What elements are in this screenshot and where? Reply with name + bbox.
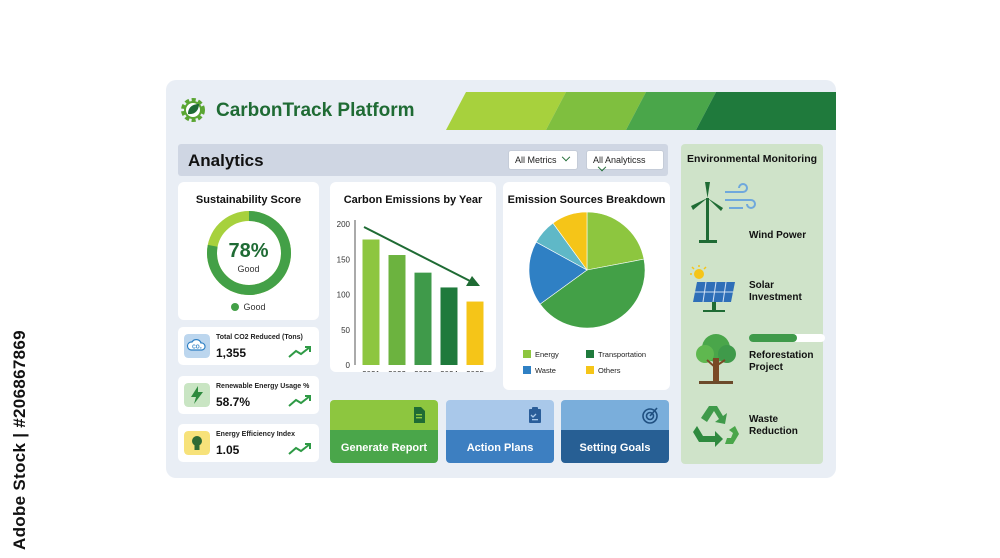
env-title: Environmental Monitoring (686, 153, 818, 165)
chevron-down-icon (561, 152, 570, 162)
legend-label: Waste (535, 366, 556, 375)
env-item-solar-investment[interactable]: Solar Investment (689, 264, 819, 314)
kpi-label: Energy Efficiency Index (216, 431, 295, 438)
legend-swatch (586, 350, 594, 358)
legend-label: Others (598, 366, 621, 375)
legend-swatch (523, 350, 531, 358)
bar-2023 (414, 272, 432, 365)
sustainability-score-card: Sustainability Score 78% Good Good (178, 182, 319, 320)
kpi-energy-efficiency: Energy Efficiency Index 1.05 (178, 424, 319, 462)
env-item-wind-power[interactable]: Wind Power (689, 180, 819, 243)
tree-icon (696, 334, 736, 384)
kpi-label: Total CO2 Reduced (Tons) (216, 334, 303, 341)
env-item-reforestation[interactable]: Reforestation Project (689, 330, 825, 386)
y-tick-label: 200 (337, 220, 351, 229)
target-icon (642, 407, 658, 424)
env-label-line2: Project (749, 362, 783, 373)
setting-goals-button[interactable]: Setting Goals (561, 400, 669, 463)
header-banner (446, 92, 836, 130)
kpi-value: 1.05 (216, 443, 240, 457)
y-tick-label: 100 (337, 291, 351, 300)
environmental-monitoring-panel: Environmental Monitoring Wind Power Sola… (681, 144, 825, 464)
kpi-co2-reduced: CO₂ Total CO2 Reduced (Tons) 1,355 (178, 327, 319, 365)
brand-title: CarbonTrack Platform (216, 100, 415, 121)
metrics-dropdown[interactable]: All Metrics (508, 150, 578, 170)
pie-chart (528, 212, 646, 329)
co2-cloud-icon: CO₂ (184, 334, 210, 358)
action-plans-button[interactable]: Action Plans (446, 400, 554, 463)
carbon-emissions-card: Carbon Emissions by Year 200150100500202… (330, 182, 496, 372)
dashboard-window: CarbonTrack Platform Analytics All Metri… (166, 80, 836, 478)
header: CarbonTrack Platform (166, 80, 836, 132)
score-value: 78% (228, 240, 269, 262)
legend-dot (231, 303, 240, 311)
button-label: Action Plans (466, 442, 534, 454)
env-label: Wind Power (749, 230, 806, 242)
env-label-line1: Solar (749, 280, 775, 291)
x-tick-label: 2023 (414, 370, 432, 372)
watermark-label: Adobe Stock | #206867869 (10, 330, 29, 550)
page: Adobe Stock | #206867869 CarbonTrack Pla… (0, 0, 1000, 558)
emission-sources-card: Emission Sources Breakdown Energy Transp… (503, 182, 670, 390)
trend-up-icon (288, 395, 311, 407)
score-legend: Good (178, 302, 319, 312)
recycle-icon (693, 406, 739, 447)
lightbulb-icon (184, 431, 210, 455)
kpi-label: Renewable Energy Usage % (216, 383, 310, 390)
kpi-renewable-energy: Renewable Energy Usage % 58.7% (178, 376, 319, 414)
button-label: Setting Goals (579, 442, 651, 454)
score-legend-label: Good (243, 302, 266, 312)
button-label: Generate Report (340, 442, 428, 454)
env-label: Solar Investment (749, 280, 802, 304)
gear-leaf-logo-icon (181, 98, 205, 122)
legend-swatch (523, 366, 531, 374)
legend-transportation: Transportation (586, 350, 646, 359)
env-label-line2: Reduction (749, 426, 798, 437)
lightning-icon (184, 383, 210, 407)
svg-text:CO₂: CO₂ (192, 345, 202, 351)
y-tick-label: 0 (346, 361, 351, 370)
y-tick-label: 50 (341, 326, 350, 335)
pie-chart-title: Emission Sources Breakdown (507, 194, 666, 206)
legend-waste: Waste (523, 366, 556, 375)
metrics-dropdown-label: All Metrics (515, 155, 557, 165)
env-label: Reforestation Project (749, 350, 813, 374)
bar-2022 (388, 255, 406, 365)
watermark-text: Adobe Stock | #206867869 (10, 300, 34, 550)
document-icon (414, 407, 425, 423)
score-label: Good (237, 264, 260, 274)
bar-2025 (466, 301, 484, 365)
clipboard-icon (529, 407, 541, 423)
bar-2021 (362, 239, 380, 365)
x-tick-label: 2024 (440, 370, 458, 372)
legend-label: Energy (535, 350, 559, 359)
analytics-title: Analytics (188, 151, 264, 170)
y-tick-label: 150 (337, 255, 351, 264)
generate-report-button[interactable]: Generate Report (330, 400, 438, 463)
env-item-waste-reduction[interactable]: Waste Reduction (689, 400, 819, 450)
bar-chart: 200 150 100 50 0 2021 2022 2023 2024 2025 (337, 220, 484, 372)
env-label-line1: Waste (749, 414, 779, 425)
trend-up-icon (288, 346, 311, 358)
env-label: Waste Reduction (749, 414, 798, 438)
analytics-dropdown[interactable]: All Analyticss (586, 150, 664, 172)
x-tick-label: 2021 (362, 370, 380, 372)
score-title: Sustainability Score (195, 194, 302, 206)
x-tick-label: 2022 (388, 370, 406, 372)
legend-others: Others (586, 366, 621, 375)
trend-up-icon (288, 443, 311, 455)
analytics-toolbar: Analytics All Metrics All Analyticss (178, 144, 668, 176)
env-label-line1: Wind Power (749, 230, 807, 241)
legend-energy: Energy (523, 350, 559, 359)
legend-swatch (586, 366, 594, 374)
env-label-line1: Reforestation (749, 350, 814, 361)
legend-label: Transportation (598, 350, 647, 359)
reforestation-progress-bar (749, 334, 825, 342)
solar-panel-icon (690, 265, 735, 312)
kpi-value: 58.7% (216, 395, 251, 409)
bar-2024 (440, 287, 458, 365)
env-label-line2: Investment (749, 292, 802, 303)
kpi-value: 1,355 (216, 346, 247, 360)
x-tick-label: 2025 (466, 370, 484, 372)
